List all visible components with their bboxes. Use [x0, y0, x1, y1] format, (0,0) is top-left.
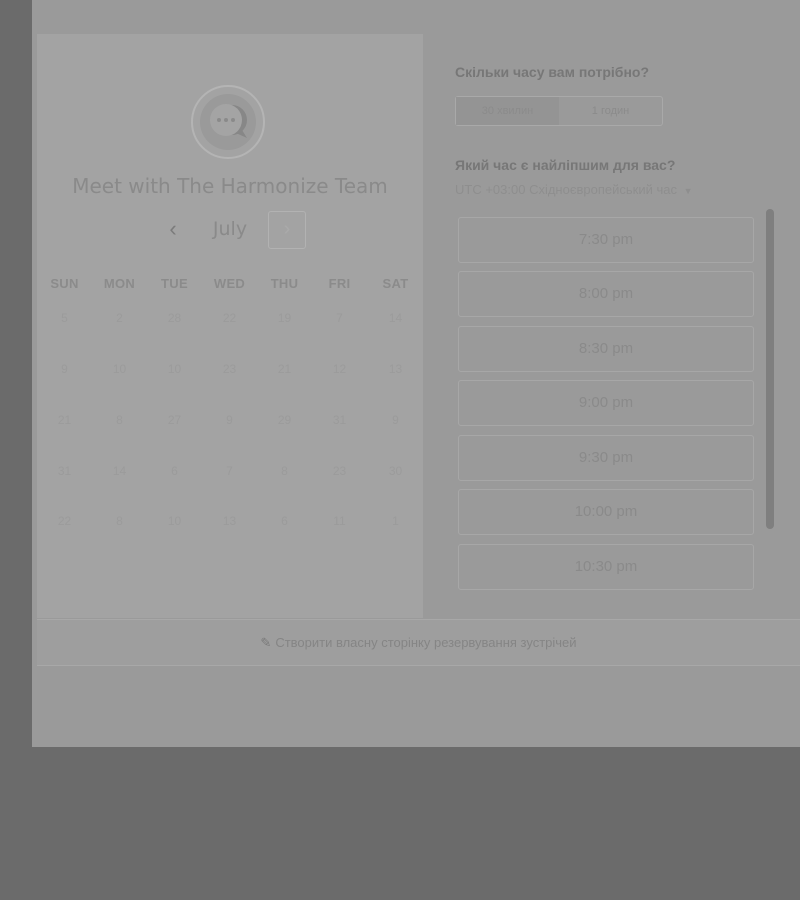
calendar-day: 10 — [167, 362, 182, 376]
weekday-sun: SUN — [50, 276, 79, 291]
calendar-day: 8 — [281, 464, 288, 478]
weekday-thu: THU — [270, 276, 299, 291]
calendar-day: 10 — [112, 362, 127, 376]
time-slot[interactable]: 10:00 pm — [458, 489, 754, 535]
calendar-day: 27 — [167, 413, 182, 427]
weekday-sat: SAT — [382, 276, 409, 291]
month-label: July — [212, 218, 248, 240]
weekday-tue: TUE — [161, 276, 188, 291]
prev-month-button[interactable]: ‹ — [159, 214, 187, 246]
calendar-day: 8 — [116, 413, 123, 427]
create-booking-page-label: Створити власну сторінку резервування зу… — [275, 635, 577, 650]
next-month-button[interactable]: › — [268, 211, 306, 249]
time-slot[interactable]: 8:30 pm — [458, 326, 754, 372]
month-navigation: ‹ July › — [37, 210, 423, 250]
calendar-day: 22 — [57, 514, 72, 528]
time-slot[interactable]: 9:30 pm — [458, 435, 754, 481]
calendar-day: 5 — [61, 311, 68, 325]
sparkle-icon: ✎ — [260, 634, 272, 650]
duration-toggle: 30 хвилин 1 годин — [455, 96, 663, 126]
calendar-day: 23 — [222, 362, 237, 376]
chevron-down-icon: ▼ — [683, 186, 693, 196]
calendar-day: 2 — [116, 311, 123, 325]
weekday-wed: WED — [213, 276, 246, 291]
duration-option-30-min[interactable]: 30 хвилин — [456, 97, 559, 125]
calendar-day: 1 — [392, 514, 399, 528]
calendar-day: 7 — [336, 311, 343, 325]
calendar-day: 12 — [332, 362, 347, 376]
calendar-day: 9 — [226, 413, 233, 427]
calendar-day: 13 — [388, 362, 403, 376]
calendar-day: 22 — [222, 311, 237, 325]
time-question: Який час є найліпшим для вас? — [455, 157, 676, 173]
calendar-day: 21 — [277, 362, 292, 376]
weekday-mon: MON — [103, 276, 136, 291]
calendar-day: 23 — [332, 464, 347, 478]
calendar-day: 6 — [281, 514, 288, 528]
avatar — [191, 85, 265, 159]
duration-option-1-hour[interactable]: 1 годин — [559, 97, 662, 125]
timezone-select[interactable]: UTC +03:00 Східноєвропейський час ▼ — [455, 182, 693, 197]
host-calendar-panel: Meet with The Harmonize Team ‹ July › SU… — [37, 34, 423, 618]
calendar-day: 9 — [61, 362, 68, 376]
weekday-header: SUN MON TUE WED THU FRI SAT — [37, 276, 423, 292]
time-slot[interactable]: 10:30 pm — [458, 544, 754, 590]
time-slot[interactable]: 8:00 pm — [458, 271, 754, 317]
calendar-day: 14 — [112, 464, 127, 478]
create-booking-page-link[interactable]: ✎ Створити власну сторінку резервування … — [260, 635, 576, 651]
calendar-day: 31 — [332, 413, 347, 427]
calendar-day: 9 — [392, 413, 399, 427]
calendar-day: 31 — [57, 464, 72, 478]
calendar-day: 28 — [167, 311, 182, 325]
time-slot[interactable]: 7:30 pm — [458, 217, 754, 263]
weekday-fri: FRI — [328, 276, 351, 291]
calendar-day: 13 — [222, 514, 237, 528]
host-title: Meet with The Harmonize Team — [72, 174, 388, 198]
time-slot[interactable]: 9:00 pm — [458, 380, 754, 426]
chat-bubble-icon — [210, 104, 247, 138]
timezone-label: UTC +03:00 Східноєвропейський час — [455, 182, 677, 197]
calendar-day: 30 — [388, 464, 403, 478]
calendar-day: 10 — [167, 514, 182, 528]
calendar-day: 8 — [116, 514, 123, 528]
booking-options-panel: Скільки часу вам потрібно? 30 хвилин 1 г… — [423, 34, 800, 618]
footer-bar: ✎ Створити власну сторінку резервування … — [37, 619, 800, 666]
calendar-day: 21 — [57, 413, 72, 427]
time-slot-list: 7:30 pm 8:00 pm 8:30 pm 9:00 pm 9:30 pm … — [458, 212, 758, 612]
calendar-day: 7 — [226, 464, 233, 478]
slot-list-scrollbar[interactable] — [766, 209, 774, 529]
calendar-day: 6 — [171, 464, 178, 478]
calendar-day: 14 — [388, 311, 403, 325]
calendar-day: 29 — [277, 413, 292, 427]
calendar-day: 11 — [333, 514, 346, 528]
calendar-day: 19 — [277, 311, 292, 325]
duration-question: Скільки часу вам потрібно? — [455, 64, 650, 80]
